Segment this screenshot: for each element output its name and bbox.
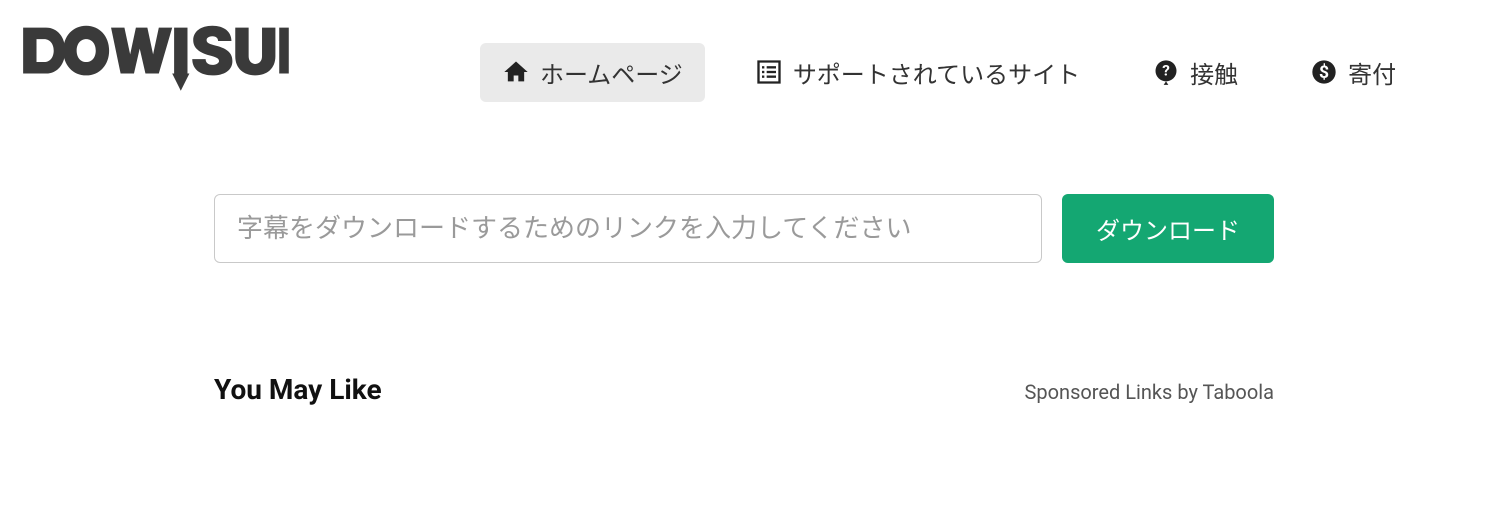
nav-home-label: ホームページ	[540, 55, 683, 90]
nav-supported[interactable]: サポートされているサイト	[733, 43, 1102, 102]
you-may-like-heading: You May Like	[214, 373, 382, 406]
help-icon: ?	[1152, 58, 1180, 86]
search-row: ダウンロード	[214, 194, 1274, 263]
sponsored-section: You May Like Sponsored Links by Taboola	[214, 373, 1274, 406]
nav-home[interactable]: ホームページ	[480, 43, 705, 102]
svg-text:?: ?	[1162, 62, 1170, 80]
nav-supported-label: サポートされているサイト	[793, 55, 1080, 90]
nav-contact-label: 接触	[1190, 55, 1238, 90]
nav-donate-label: 寄付	[1348, 55, 1396, 90]
main: ダウンロード You May Like Sponsored Links by T…	[194, 194, 1294, 406]
url-input[interactable]	[214, 194, 1042, 263]
home-icon	[502, 58, 530, 86]
sponsored-label[interactable]: Sponsored Links by Taboola	[1025, 380, 1274, 404]
list-icon	[755, 58, 783, 86]
nav: ホームページ サポートされているサイト ? 接触 $ 寄付	[480, 43, 1418, 102]
svg-text:$: $	[1319, 62, 1329, 83]
logo-svg	[20, 20, 290, 106]
logo[interactable]	[20, 20, 290, 124]
download-button[interactable]: ダウンロード	[1062, 194, 1274, 263]
header: ホームページ サポートされているサイト ? 接触 $ 寄付	[0, 0, 1488, 124]
nav-contact[interactable]: ? 接触	[1130, 43, 1260, 102]
nav-donate[interactable]: $ 寄付	[1288, 43, 1418, 102]
dollar-icon: $	[1310, 58, 1338, 86]
